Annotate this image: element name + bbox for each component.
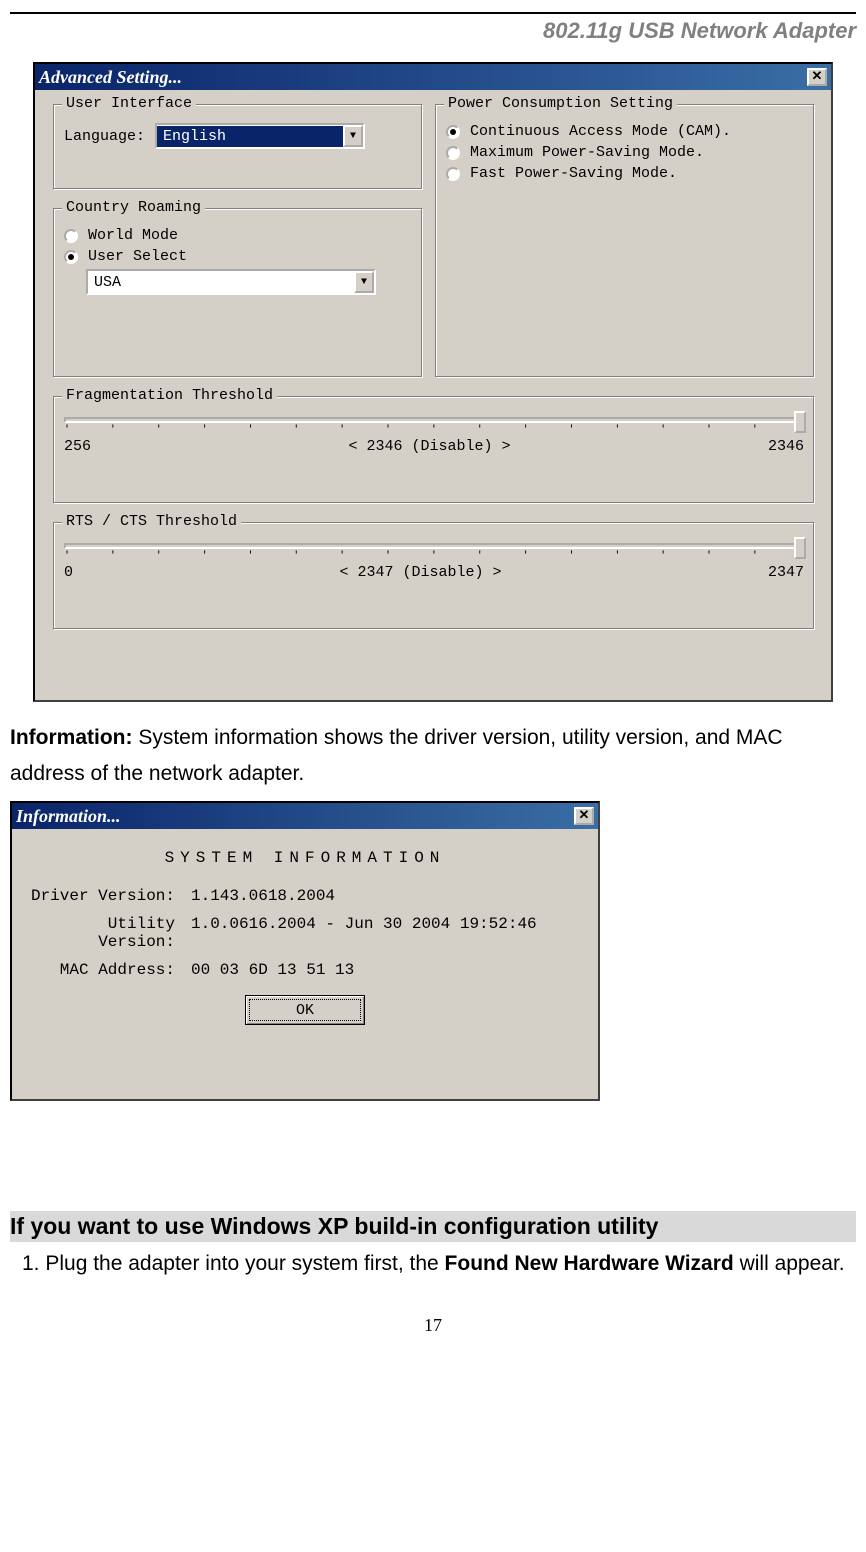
fragmentation-group: Fragmentation Threshold ''''''''''''''''… bbox=[53, 396, 815, 504]
information-dialog: Information... ✕ SYSTEM INFORMATION Driv… bbox=[10, 801, 600, 1101]
advanced-title: Advanced Setting... bbox=[39, 67, 182, 88]
fast-save-radio[interactable] bbox=[446, 167, 460, 181]
page-header: 802.11g USB Network Adapter bbox=[10, 18, 856, 44]
cam-radio[interactable] bbox=[446, 125, 460, 139]
user-interface-group: User Interface Language: English ▼ bbox=[53, 104, 423, 190]
rts-legend: RTS / CTS Threshold bbox=[62, 513, 241, 530]
advanced-setting-dialog: Advanced Setting... ✕ User Interface Lan… bbox=[33, 62, 833, 702]
advanced-titlebar: Advanced Setting... ✕ bbox=[35, 64, 831, 90]
utility-version-value: 1.0.0616.2004 - Jun 30 2004 19:52:46 bbox=[191, 915, 537, 951]
frag-max: 2346 bbox=[768, 438, 804, 455]
chevron-down-icon[interactable]: ▼ bbox=[343, 125, 363, 147]
info-titlebar: Information... ✕ bbox=[12, 803, 598, 829]
ok-button[interactable]: OK bbox=[245, 995, 365, 1025]
utility-version-label: Utility Version: bbox=[26, 915, 191, 951]
power-legend: Power Consumption Setting bbox=[444, 95, 677, 112]
max-save-radio[interactable] bbox=[446, 146, 460, 160]
user-select-label: User Select bbox=[88, 248, 187, 265]
country-value: USA bbox=[88, 272, 354, 293]
roaming-legend: Country Roaming bbox=[62, 199, 205, 216]
step-1-suffix: will appear. bbox=[734, 1252, 845, 1275]
fast-save-label: Fast Power-Saving Mode. bbox=[470, 165, 677, 182]
max-save-label: Maximum Power-Saving Mode. bbox=[470, 144, 704, 161]
rts-max: 2347 bbox=[768, 564, 804, 581]
rts-value: < 2347 (Disable) > bbox=[73, 564, 768, 581]
rts-slider[interactable] bbox=[64, 543, 804, 549]
close-icon[interactable]: ✕ bbox=[574, 807, 594, 825]
world-mode-radio[interactable] bbox=[64, 229, 78, 243]
language-value: English bbox=[157, 126, 343, 147]
chevron-down-icon[interactable]: ▼ bbox=[354, 271, 374, 293]
driver-version-value: 1.143.0618.2004 bbox=[191, 887, 335, 905]
language-label: Language: bbox=[64, 128, 145, 145]
step-1-bold: Found New Hardware Wizard bbox=[445, 1252, 734, 1275]
header-rule bbox=[10, 12, 856, 14]
rts-thumb[interactable] bbox=[794, 537, 806, 559]
frag-value: < 2346 (Disable) > bbox=[91, 438, 768, 455]
page-number: 17 bbox=[0, 1315, 866, 1336]
power-consumption-group: Power Consumption Setting Continuous Acc… bbox=[435, 104, 815, 378]
mac-address-value: 00 03 6D 13 51 13 bbox=[191, 961, 354, 979]
rts-group: RTS / CTS Threshold ''''''''''''''''' 0 … bbox=[53, 522, 815, 630]
mac-address-label: MAC Address: bbox=[26, 961, 191, 979]
frag-min: 256 bbox=[64, 438, 91, 455]
frag-thumb[interactable] bbox=[794, 411, 806, 433]
info-title: Information... bbox=[16, 806, 121, 827]
system-info-heading: SYSTEM INFORMATION bbox=[26, 849, 584, 867]
world-mode-label: World Mode bbox=[88, 227, 178, 244]
ui-legend: User Interface bbox=[62, 95, 196, 112]
frag-legend: Fragmentation Threshold bbox=[62, 387, 277, 404]
section-heading: If you want to use Windows XP build-in c… bbox=[10, 1211, 856, 1242]
country-select[interactable]: USA ▼ bbox=[86, 269, 376, 295]
information-label: Information: bbox=[10, 726, 132, 749]
country-roaming-group: Country Roaming World Mode User Select U… bbox=[53, 208, 423, 378]
frag-ticks: ''''''''''''''''' bbox=[64, 425, 804, 436]
user-select-radio[interactable] bbox=[64, 250, 78, 264]
rts-ticks: ''''''''''''''''' bbox=[64, 551, 804, 562]
frag-slider[interactable] bbox=[64, 417, 804, 423]
language-select[interactable]: English ▼ bbox=[155, 123, 365, 149]
close-icon[interactable]: ✕ bbox=[807, 68, 827, 86]
step-1-prefix: 1. Plug the adapter into your system fir… bbox=[22, 1252, 445, 1275]
cam-label: Continuous Access Mode (CAM). bbox=[470, 123, 731, 140]
step-1: 1. Plug the adapter into your system fir… bbox=[10, 1246, 856, 1282]
driver-version-label: Driver Version: bbox=[26, 887, 191, 905]
information-paragraph: Information: System information shows th… bbox=[10, 720, 856, 791]
rts-min: 0 bbox=[64, 564, 73, 581]
